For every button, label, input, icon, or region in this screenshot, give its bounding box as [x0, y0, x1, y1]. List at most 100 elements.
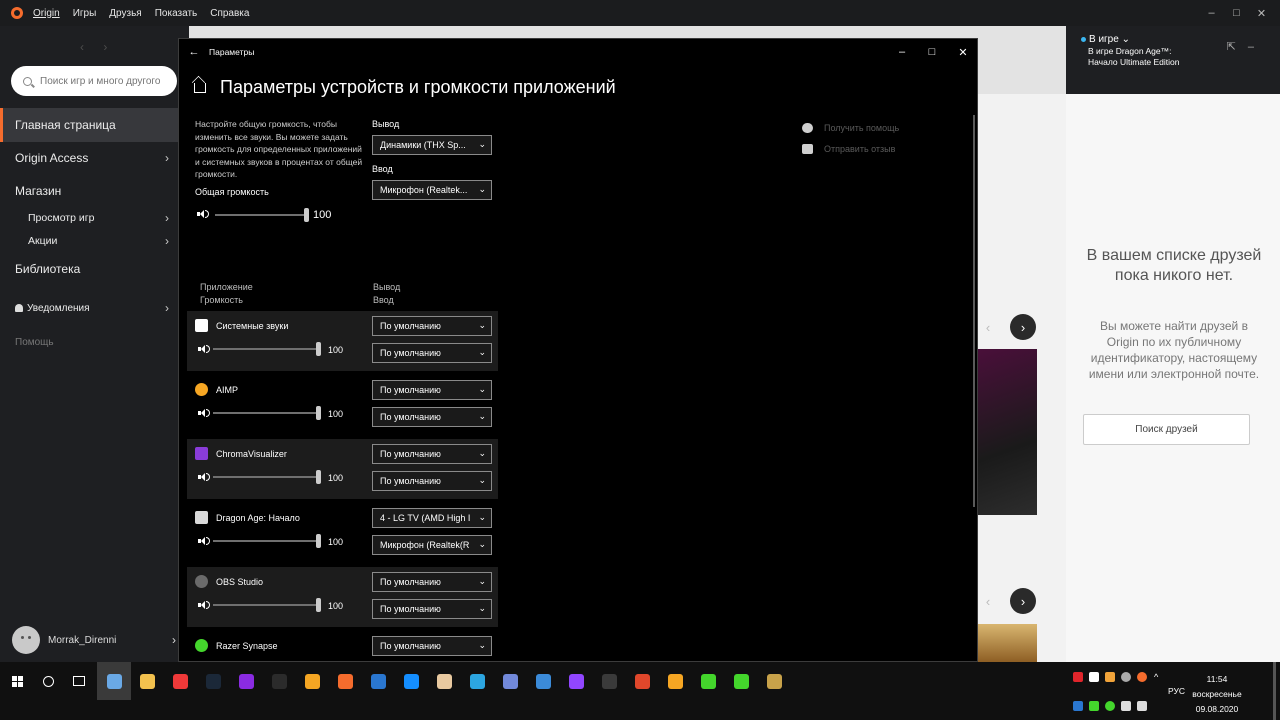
app-volume-slider[interactable] [213, 406, 321, 420]
search-box[interactable] [11, 66, 177, 96]
maximize-icon[interactable]: □ [1224, 7, 1249, 19]
taskbar-app-button[interactable] [328, 662, 362, 700]
app-volume-slider[interactable] [213, 534, 321, 548]
app-output-dropdown[interactable]: По умолчанию ⌄ [372, 380, 492, 400]
tray-app-icon[interactable] [1105, 672, 1115, 682]
network-icon[interactable] [1121, 701, 1131, 711]
minimize-icon[interactable]: – [1199, 7, 1224, 19]
speaker-icon[interactable] [198, 472, 210, 482]
feedback-link[interactable]: Отправить отзыв [802, 138, 899, 159]
tray-app-icon[interactable] [1105, 701, 1115, 711]
app-output-dropdown[interactable]: По умолчанию ⌄ [372, 636, 492, 656]
get-help-link[interactable]: Получить помощь [802, 117, 899, 138]
taskbar-app-button[interactable] [757, 662, 791, 700]
taskbar-app-button[interactable] [361, 662, 395, 700]
app-output-dropdown[interactable]: По умолчанию ⌄ [372, 316, 492, 336]
speaker-icon[interactable] [198, 536, 210, 546]
taskbar-app-button[interactable] [592, 662, 626, 700]
app-input-dropdown[interactable]: По умолчанию ⌄ [372, 471, 492, 491]
carousel-prev-icon[interactable]: ‹ [975, 314, 1001, 340]
app-output-dropdown[interactable]: По умолчанию ⌄ [372, 572, 492, 592]
taskbar-app-button[interactable] [163, 662, 197, 700]
menu-origin[interactable]: Origin [33, 8, 60, 19]
menu-view[interactable]: Показать [155, 8, 198, 19]
taskbar-app-button[interactable] [559, 662, 593, 700]
app-volume-slider[interactable] [213, 470, 321, 484]
back-arrow-icon[interactable]: ← [179, 46, 209, 58]
carousel-prev-icon[interactable]: ‹ [975, 588, 1001, 614]
game-tile-image[interactable] [977, 624, 1037, 664]
taskbar-app-button[interactable] [196, 662, 230, 700]
menu-friends[interactable]: Друзья [109, 8, 141, 19]
bluetooth-icon[interactable] [1073, 701, 1083, 711]
taskbar-app-button[interactable] [394, 662, 428, 700]
presence-status[interactable]: В игре ⌄ [1081, 34, 1130, 45]
show-desktop-button[interactable] [1273, 662, 1276, 720]
speaker-icon[interactable] [198, 600, 210, 610]
slider-thumb[interactable] [316, 342, 321, 356]
sidebar-item-notifications[interactable]: Уведомления › [0, 297, 189, 319]
slider-thumb[interactable] [316, 470, 321, 484]
app-input-dropdown[interactable]: По умолчанию ⌄ [372, 407, 492, 427]
minimize-icon[interactable]: – [887, 39, 917, 65]
clock[interactable]: 11:54 воскресенье 09.08.2020 [1178, 672, 1256, 717]
search-input[interactable] [40, 75, 160, 87]
taskbar-app-button[interactable] [691, 662, 725, 700]
carousel-next-icon[interactable]: › [1010, 588, 1036, 614]
volume-icon[interactable] [1137, 701, 1147, 711]
menu-games[interactable]: Игры [73, 8, 97, 19]
tray-app-icon[interactable] [1137, 672, 1147, 682]
find-friends-button[interactable]: Поиск друзей [1083, 414, 1250, 445]
home-icon[interactable] [194, 82, 206, 93]
maximize-icon[interactable]: □ [917, 39, 947, 65]
close-icon[interactable]: ✕ [948, 39, 978, 65]
slider-thumb[interactable] [316, 598, 321, 612]
minimize-panel-icon[interactable]: – [1248, 41, 1266, 53]
menu-help[interactable]: Справка [210, 8, 249, 19]
carousel-next-icon[interactable]: › [1010, 314, 1036, 340]
app-input-dropdown[interactable]: По умолчанию ⌄ [372, 343, 492, 363]
tray-app-icon[interactable] [1089, 672, 1099, 682]
output-device-dropdown[interactable]: Динамики (THX Sp... ⌄ [372, 135, 492, 155]
taskbar-app-button[interactable] [427, 662, 461, 700]
tray-app-icon[interactable] [1121, 672, 1131, 682]
taskbar-app-button[interactable] [724, 662, 758, 700]
popout-icon[interactable]: ⇱ [1227, 41, 1248, 53]
sidebar-item-browse[interactable]: Просмотр игр › [0, 207, 189, 229]
speaker-icon[interactable] [197, 209, 209, 219]
taskbar-app-button[interactable] [526, 662, 560, 700]
taskbar-app-button[interactable] [97, 662, 131, 700]
app-input-dropdown[interactable]: Микрофон (Realtek(R ⌄ [372, 535, 492, 555]
tray-app-icon[interactable] [1073, 672, 1083, 682]
sidebar-item-library[interactable]: Библиотека [0, 252, 189, 286]
user-profile[interactable]: Morrak_Direnni › [12, 626, 182, 654]
app-volume-slider[interactable] [213, 342, 321, 356]
sidebar-item-deals[interactable]: Акции › [0, 230, 189, 252]
taskbar-app-button[interactable] [295, 662, 329, 700]
speaker-icon[interactable] [198, 344, 210, 354]
slider-thumb[interactable] [316, 406, 321, 420]
taskbar-app-button[interactable] [229, 662, 263, 700]
taskbar-app-button[interactable] [658, 662, 692, 700]
close-icon[interactable]: ✕ [1249, 7, 1274, 20]
slider-thumb[interactable] [316, 534, 321, 548]
slider-thumb[interactable] [304, 208, 309, 222]
scrollbar[interactable] [973, 115, 975, 507]
task-view-button[interactable] [62, 662, 96, 700]
taskbar-app-button[interactable] [130, 662, 164, 700]
taskbar-app-button[interactable] [460, 662, 494, 700]
app-input-dropdown[interactable]: По умолчанию ⌄ [372, 599, 492, 619]
sidebar-item-home[interactable]: Главная страница [0, 108, 189, 142]
app-output-dropdown[interactable]: По умолчанию ⌄ [372, 444, 492, 464]
game-tile-image[interactable] [977, 349, 1037, 515]
chevron-up-icon[interactable]: ^ [1154, 672, 1164, 682]
search-button[interactable] [31, 662, 65, 700]
taskbar-app-button[interactable] [262, 662, 296, 700]
start-button[interactable] [0, 662, 34, 700]
sidebar-item-origin-access[interactable]: Origin Access › [0, 141, 189, 175]
sidebar-item-help[interactable]: Помощь [0, 331, 189, 353]
app-volume-slider[interactable] [213, 598, 321, 612]
input-device-dropdown[interactable]: Микрофон (Realtek... ⌄ [372, 180, 492, 200]
app-output-dropdown[interactable]: 4 - LG TV (AMD High I ⌄ [372, 508, 492, 528]
taskbar-app-button[interactable] [625, 662, 659, 700]
